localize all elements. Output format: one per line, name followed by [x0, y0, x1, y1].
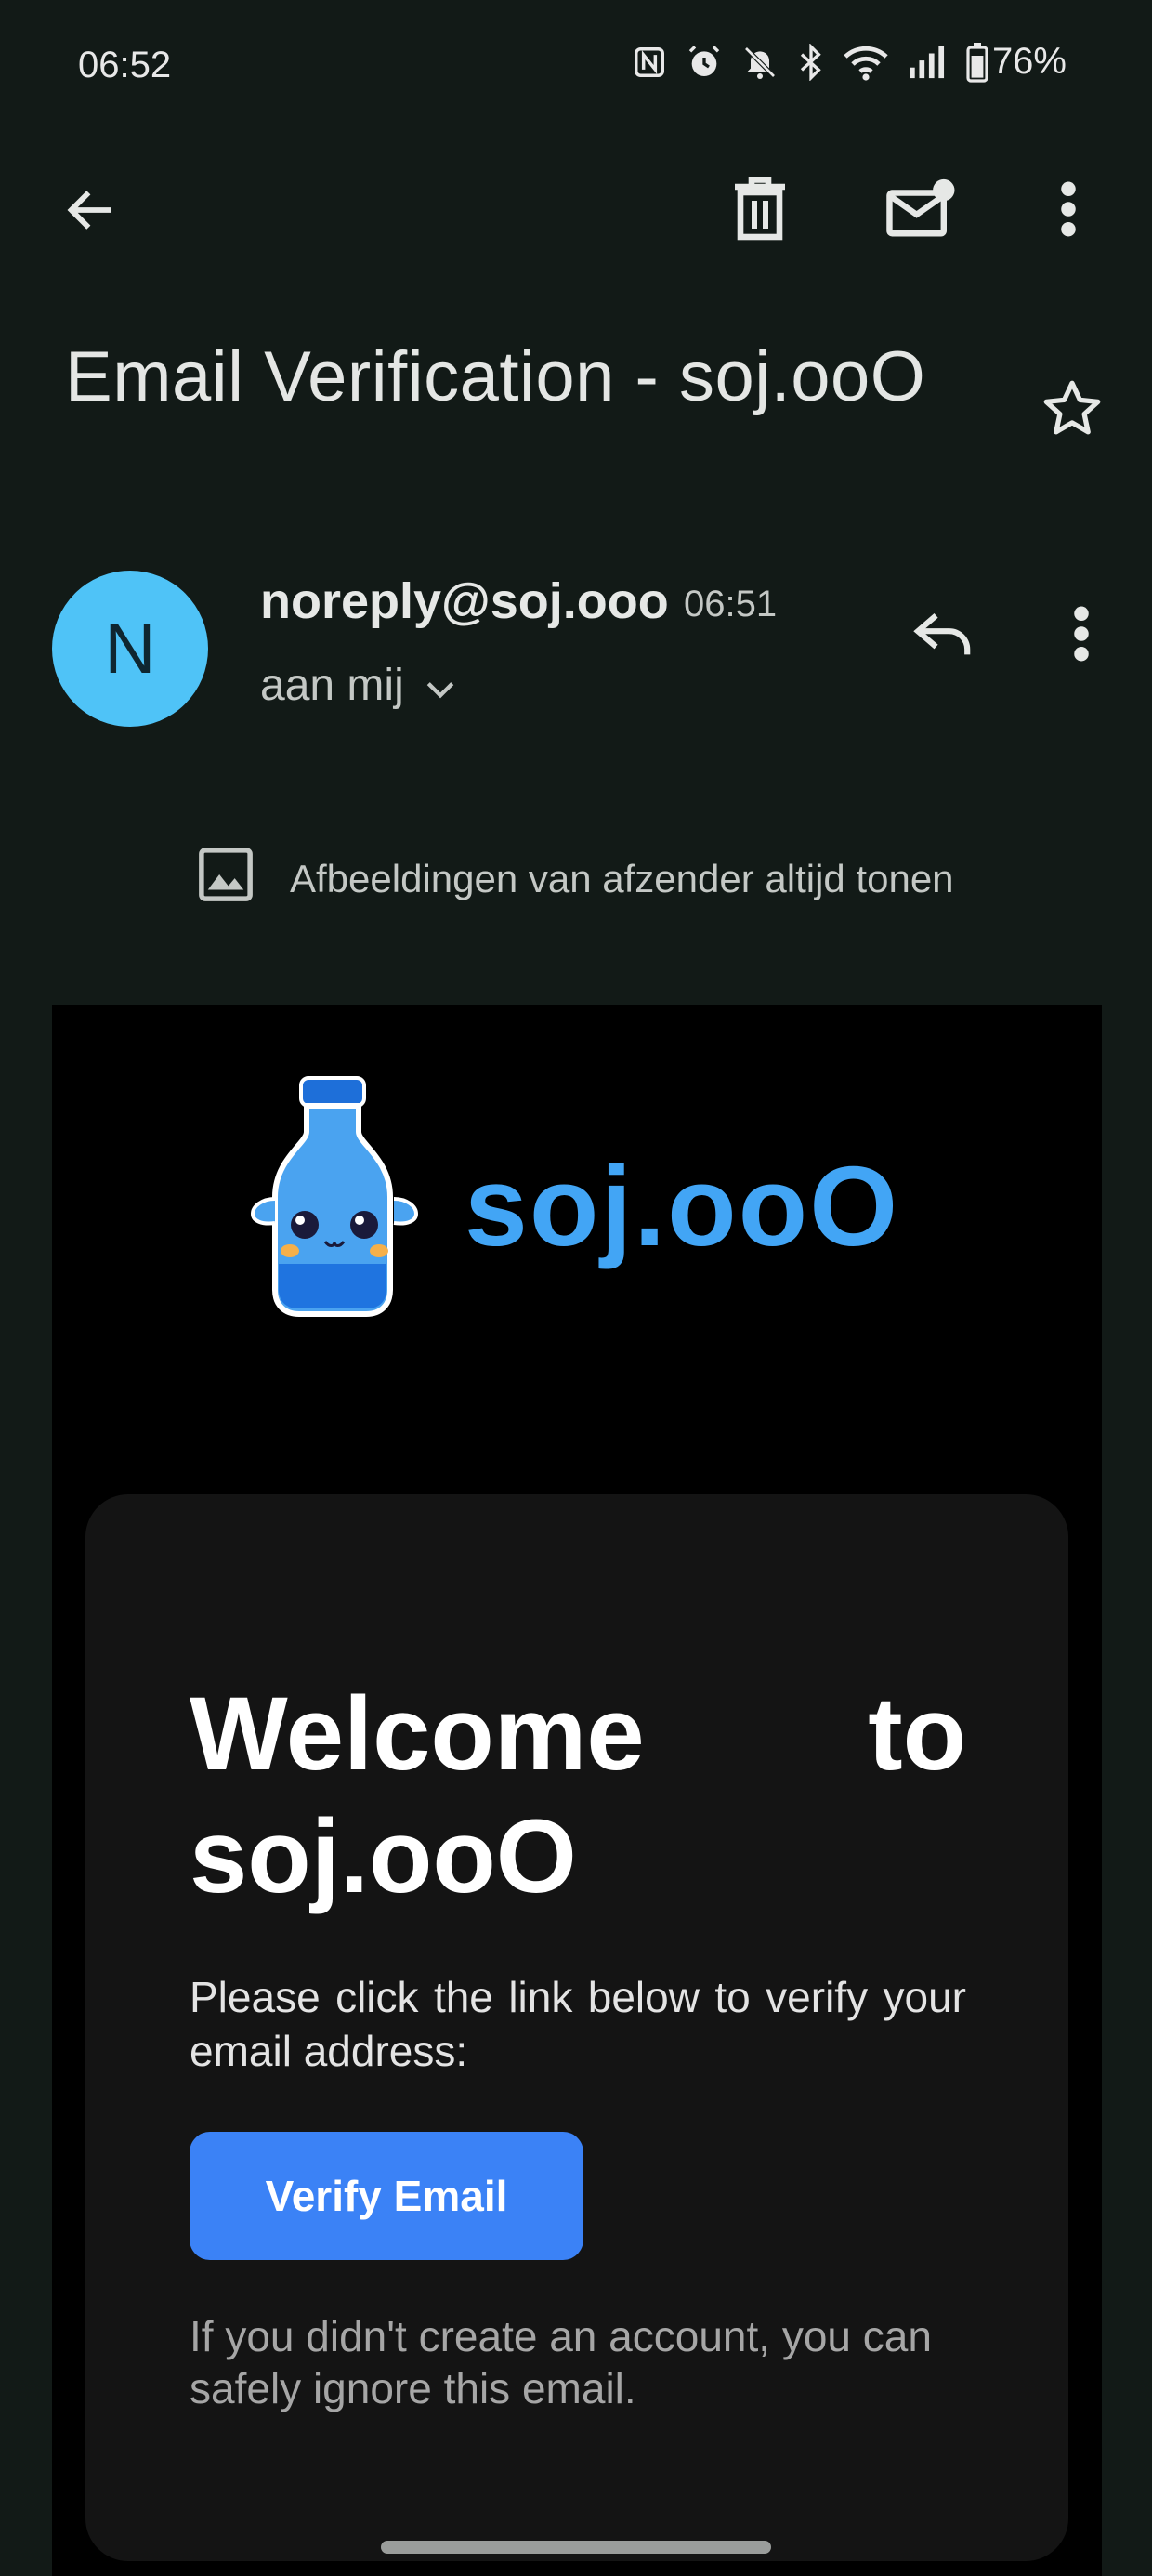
battery-percentage: 76% — [991, 41, 1067, 82]
star-icon[interactable] — [1035, 372, 1109, 446]
recipient-label: aan mij — [260, 661, 404, 710]
welcome-brand: soj.ooO — [190, 1798, 577, 1914]
welcome-word: Welcome — [190, 1676, 645, 1792]
chevron-down-icon — [425, 660, 456, 711]
alarm-icon — [686, 44, 723, 81]
show-images-label: Afbeeldingen van afzender altijd tonen — [290, 857, 954, 900]
recipient-toggle[interactable]: aan mij — [260, 660, 456, 711]
welcome-heading: Welcome to soj.ooO — [190, 1673, 966, 1918]
bottle-logo-icon — [232, 1069, 437, 1329]
battery-icon — [966, 42, 988, 83]
mute-icon — [741, 44, 779, 81]
instructions-text: Please click the link below to verify yo… — [190, 1973, 966, 2075]
status-icons: 76% — [632, 41, 1067, 83]
delete-icon[interactable] — [723, 167, 797, 251]
avatar[interactable]: N — [52, 571, 208, 727]
bluetooth-icon — [797, 43, 825, 81]
sender-time: 06:51 — [684, 584, 778, 624]
more-vert-icon[interactable] — [1031, 167, 1106, 251]
reply-icon[interactable] — [907, 597, 981, 671]
ignore-notice: If you didn't create an account, you can… — [190, 2312, 932, 2412]
nfc-icon — [632, 45, 667, 80]
home-indicator[interactable] — [381, 2541, 771, 2554]
welcome-to-word: to — [868, 1676, 966, 1792]
signal-icon — [907, 45, 948, 80]
email-subject: Email Verification - soj.ooO — [65, 337, 926, 416]
status-time: 06:52 — [78, 45, 172, 85]
brand-logo-text: soj.ooO — [465, 1143, 900, 1269]
sender-address[interactable]: noreply@soj.ooo — [260, 572, 669, 630]
mark-unread-icon[interactable] — [879, 167, 962, 251]
back-arrow-icon[interactable] — [54, 173, 128, 247]
show-images-link[interactable]: Afbeeldingen van afzender altijd tonen — [195, 844, 954, 914]
wifi-icon — [844, 44, 888, 81]
message-more-icon[interactable] — [1044, 597, 1119, 671]
verify-email-button[interactable]: Verify Email — [190, 2132, 583, 2260]
image-icon — [195, 844, 256, 914]
